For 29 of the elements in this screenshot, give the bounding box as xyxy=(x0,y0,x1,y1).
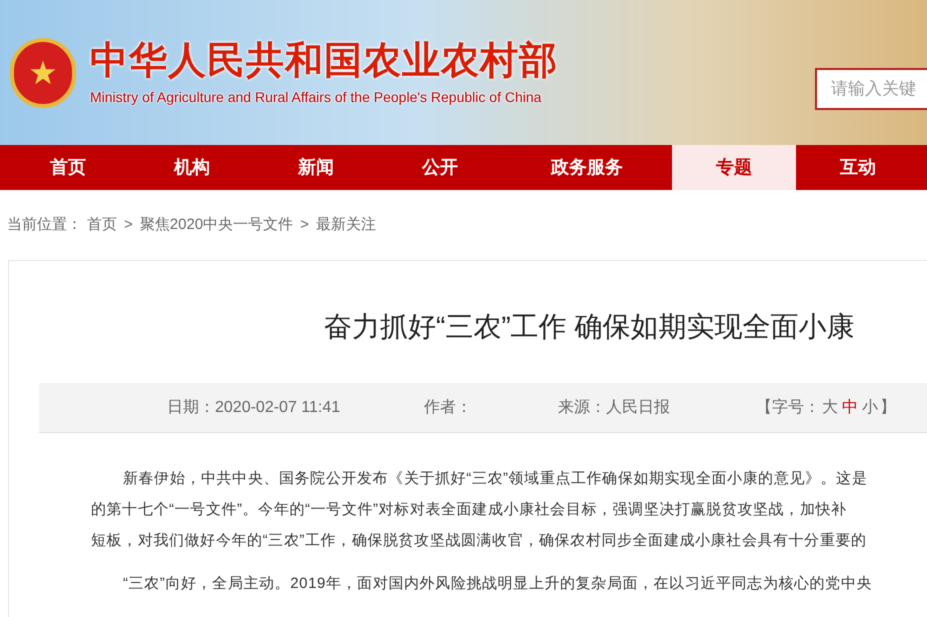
breadcrumb-link[interactable]: 首页 xyxy=(87,214,117,236)
paragraph-line: “三农”向好，全局主动。2019年，面对国内外风险挑战明显上升的复杂局面，在以习近平同志为核心的党中央 xyxy=(122,574,873,594)
nav-tab[interactable]: 专题 xyxy=(672,145,796,190)
search-field[interactable]: 请输入关键 xyxy=(815,68,927,110)
nav-tab[interactable]: 首页 xyxy=(6,145,130,190)
paragraph-line: 短板，对我们做好今年的“三农”工作，确保脱贫攻坚战圆满收官，确保农村同步全面建成小康社会具有十分重要的 xyxy=(91,531,868,551)
font-size-option[interactable]: 中 xyxy=(842,396,858,420)
nav-tab[interactable]: 新闻 xyxy=(254,145,378,190)
font-size-bracket: 】 xyxy=(880,398,896,418)
article-author: 作者： xyxy=(424,398,472,418)
site-title: 中华人民共和国农业农村部 xyxy=(90,42,558,80)
breadcrumb-link[interactable]: 聚焦2020中央一号文件 xyxy=(140,214,294,236)
font-size-option[interactable]: 大 xyxy=(822,396,838,420)
nav-tab[interactable]: 机构 xyxy=(130,145,254,190)
paragraph-line: 新春伊始，中共中央、国务院公开发布《关于抓好“三农”领域重点工作确保如期实现全面小康的意见》。这是 xyxy=(122,469,868,489)
article-source: 来源：人民日报 xyxy=(558,398,670,418)
breadcrumb-link[interactable]: 最新关注 xyxy=(316,214,376,236)
nav-tab[interactable]: 互动 xyxy=(796,145,920,190)
breadcrumb-separator: > xyxy=(300,214,309,235)
paragraph-line: 的第十七个“一号文件”。今年的“一号文件”对标对表全面建成小康社会目标，强调坚决打赢脱贫攻坚战，加快补 xyxy=(91,500,848,520)
site-subtitle: Ministry of Agriculture and Rural Affairs of the People's Republic of China xyxy=(90,90,542,104)
article-title: 奋力抓好“三农”工作 确保如期实现全面小康 xyxy=(323,310,856,344)
article-date: 日期：2020-02-07 11:41 xyxy=(167,398,340,418)
nav-tab[interactable]: 公开 xyxy=(378,145,502,190)
breadcrumb-label: 当前位置： xyxy=(7,214,82,235)
font-size-label: 【字号： xyxy=(756,398,820,418)
font-size-option[interactable]: 小 xyxy=(862,396,878,420)
breadcrumb-separator: > xyxy=(124,214,133,235)
nav-tab[interactable]: 政务服务 xyxy=(502,145,672,190)
